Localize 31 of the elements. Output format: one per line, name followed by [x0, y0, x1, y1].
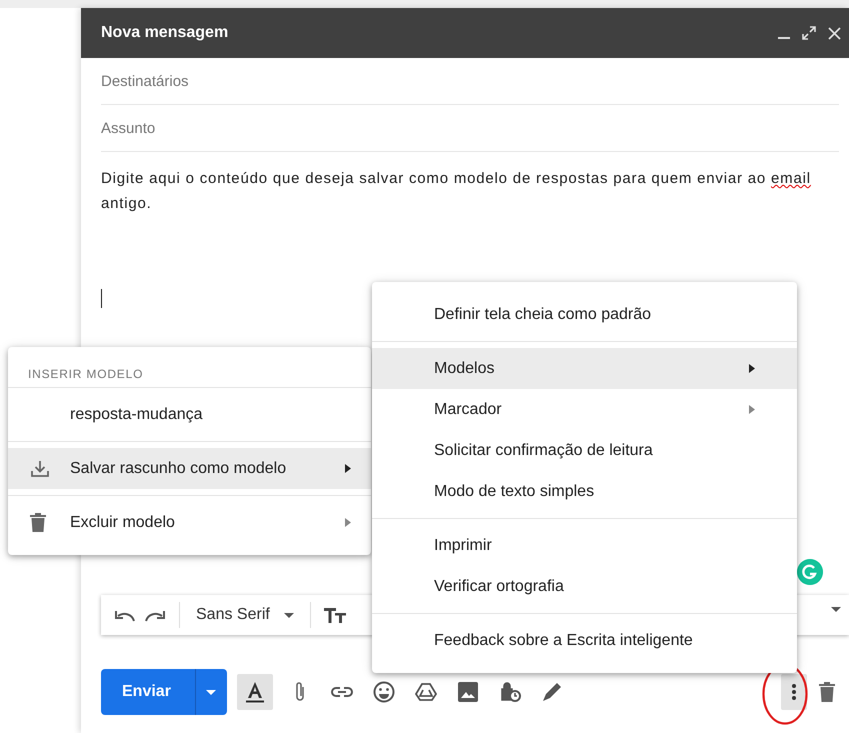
menu-item[interactable]: Marcador: [372, 389, 797, 430]
more-vertical-icon[interactable]: [792, 684, 796, 700]
grammarly-icon[interactable]: [797, 559, 823, 585]
menu-item[interactable]: Salvar rascunho como modelo: [8, 448, 371, 489]
message-body-text: Digite aqui o conteúdo que deseja salvar como modelo de respostas para quem enviar ao email antigo.: [101, 169, 812, 214]
menu-item[interactable]: Modelos: [372, 348, 797, 389]
more-options-button[interactable]: [781, 674, 807, 710]
download-icon: [30, 460, 50, 478]
send-button[interactable]: Enviar: [101, 669, 227, 715]
text-format-icon[interactable]: [236, 674, 273, 710]
trash-icon: [30, 513, 46, 532]
menu-item[interactable]: Definir tela cheia como padrão: [372, 294, 797, 335]
submenu-arrow-icon: [345, 464, 351, 473]
close-icon[interactable]: [828, 26, 841, 40]
font-dropdown[interactable]: Sans Serif: [192, 606, 298, 624]
submenu-arrow-icon: [345, 518, 351, 527]
menu-item[interactable]: resposta-mudança: [8, 394, 371, 435]
menu-section-header: INSERIR MODELO: [27, 366, 144, 383]
menu-item[interactable]: Solicitar confirmação de leitura: [372, 430, 797, 471]
menu-item[interactable]: Verificar ortografia: [372, 566, 797, 607]
menu-item[interactable]: Excluir modelo: [8, 502, 371, 543]
submenu-arrow-icon: [749, 364, 755, 373]
menu-item[interactable]: Feedback sobre a Escrita inteligente: [372, 620, 797, 661]
caret-icon[interactable]: [284, 612, 294, 618]
submenu-arrow-icon: [749, 405, 755, 414]
caret-icon[interactable]: [206, 690, 216, 694]
window-title: Nova mensagem: [101, 24, 230, 42]
menu-item[interactable]: Imprimir: [372, 525, 797, 566]
toolbar-dropdown-icon[interactable]: [831, 607, 841, 612]
menu-item[interactable]: Modo de texto simples: [372, 471, 797, 512]
expand-icon[interactable]: [802, 26, 816, 40]
